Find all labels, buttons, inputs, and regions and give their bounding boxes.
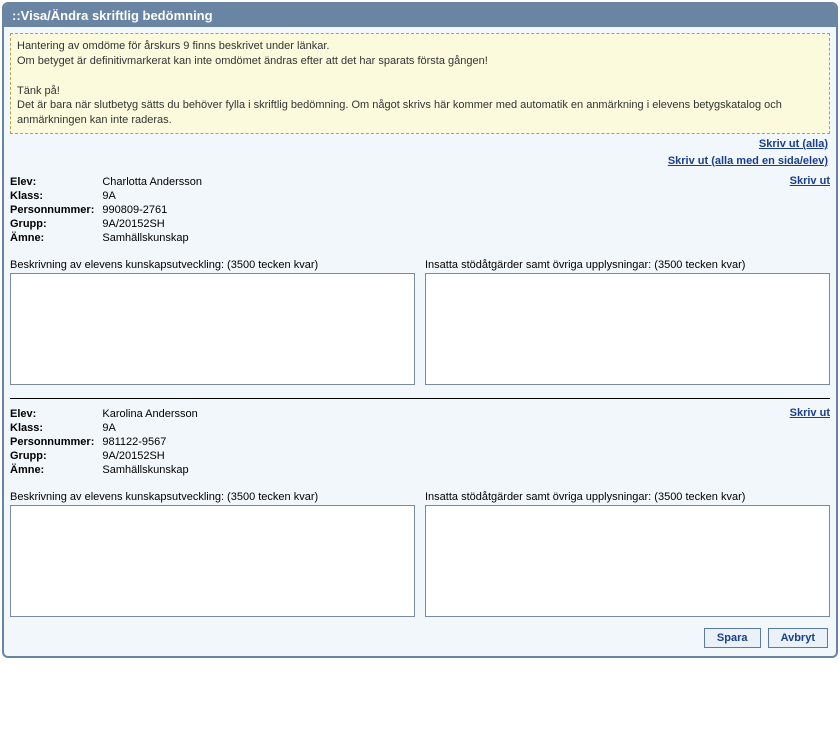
notice-line: Tänk på! [17, 85, 60, 97]
footer-buttons: Spara Avbryt [10, 620, 830, 648]
label-personnummer: Personnummer: [10, 435, 102, 449]
label-klass: Klass: [10, 421, 102, 435]
textarea-label-development: Beskrivning av elevens kunskapsutvecklin… [10, 491, 415, 503]
label-grupp: Grupp: [10, 217, 102, 231]
value-grupp: 9A/20152SH [102, 449, 205, 463]
student-info-table: Elev: Charlotta Andersson Klass: 9A Pers… [10, 175, 210, 245]
student-top-row: Elev: Karolina Andersson Klass: 9A Perso… [10, 407, 830, 477]
label-grupp: Grupp: [10, 449, 102, 463]
textarea-label-support: Insatta stödåtgärder samt övriga upplysn… [425, 491, 830, 503]
table-row: Ämne: Samhällskunskap [10, 231, 210, 245]
cancel-button[interactable]: Avbryt [768, 628, 828, 648]
textarea-col-right: Insatta stödåtgärder samt övriga upplysn… [425, 259, 830, 388]
student-block: Elev: Karolina Andersson Klass: 9A Perso… [10, 398, 830, 620]
table-row: Elev: Charlotta Andersson [10, 175, 210, 189]
label-elev: Elev: [10, 407, 102, 421]
table-row: Grupp: 9A/20152SH [10, 217, 210, 231]
content-area: Hantering av omdöme för årskurs 9 finns … [4, 27, 836, 656]
notice-box: Hantering av omdöme för årskurs 9 finns … [10, 33, 830, 134]
textarea-label-support: Insatta stödåtgärder samt övriga upplysn… [425, 259, 830, 271]
textarea-label-development: Beskrivning av elevens kunskapsutvecklin… [10, 259, 415, 271]
value-personnummer: 990809-2761 [102, 203, 210, 217]
window: ::Visa/Ändra skriftlig bedömning Hanteri… [2, 2, 838, 658]
print-all-onepage-link[interactable]: Skriv ut (alla med en sida/elev) [668, 155, 828, 167]
table-row: Elev: Karolina Andersson [10, 407, 206, 421]
value-klass: 9A [102, 421, 205, 435]
label-amne: Ämne: [10, 463, 102, 477]
value-amne: Samhällskunskap [102, 231, 210, 245]
table-row: Grupp: 9A/20152SH [10, 449, 206, 463]
label-elev: Elev: [10, 175, 102, 189]
table-row: Klass: 9A [10, 421, 206, 435]
print-student-link[interactable]: Skriv ut [790, 175, 830, 187]
print-all-link[interactable]: Skriv ut (alla) [759, 138, 828, 150]
print-student-link[interactable]: Skriv ut [790, 407, 830, 419]
window-titlebar: ::Visa/Ändra skriftlig bedömning [4, 4, 836, 27]
value-elev: Charlotta Andersson [102, 175, 210, 189]
label-personnummer: Personnummer: [10, 203, 102, 217]
table-row: Klass: 9A [10, 189, 210, 203]
student-top-row: Elev: Charlotta Andersson Klass: 9A Pers… [10, 175, 830, 245]
textareas-row: Beskrivning av elevens kunskapsutvecklin… [10, 259, 830, 388]
textarea-development[interactable] [10, 273, 415, 385]
notice-line: Om betyget är definitivmarkerat kan inte… [17, 55, 488, 67]
table-row: Personnummer: 981122-9567 [10, 435, 206, 449]
window-title: ::Visa/Ändra skriftlig bedömning [12, 8, 213, 23]
textarea-col-right: Insatta stödåtgärder samt övriga upplysn… [425, 491, 830, 620]
student-block: Elev: Charlotta Andersson Klass: 9A Pers… [10, 169, 830, 388]
value-personnummer: 981122-9567 [102, 435, 205, 449]
label-amne: Ämne: [10, 231, 102, 245]
table-row: Personnummer: 990809-2761 [10, 203, 210, 217]
notice-line: Det är bara när slutbetyg sätts du behöv… [17, 99, 782, 126]
value-grupp: 9A/20152SH [102, 217, 210, 231]
notice-line: Hantering av omdöme för årskurs 9 finns … [17, 40, 329, 52]
label-klass: Klass: [10, 189, 102, 203]
textarea-col-left: Beskrivning av elevens kunskapsutvecklin… [10, 491, 415, 620]
value-amne: Samhällskunskap [102, 463, 205, 477]
textarea-support[interactable] [425, 273, 830, 385]
textarea-support[interactable] [425, 505, 830, 617]
print-links-row: Skriv ut (alla) Skriv ut (alla med en si… [10, 134, 830, 169]
textarea-development[interactable] [10, 505, 415, 617]
table-row: Ämne: Samhällskunskap [10, 463, 206, 477]
value-elev: Karolina Andersson [102, 407, 205, 421]
value-klass: 9A [102, 189, 210, 203]
textarea-col-left: Beskrivning av elevens kunskapsutvecklin… [10, 259, 415, 388]
textareas-row: Beskrivning av elevens kunskapsutvecklin… [10, 491, 830, 620]
save-button[interactable]: Spara [704, 628, 761, 648]
student-info-table: Elev: Karolina Andersson Klass: 9A Perso… [10, 407, 206, 477]
